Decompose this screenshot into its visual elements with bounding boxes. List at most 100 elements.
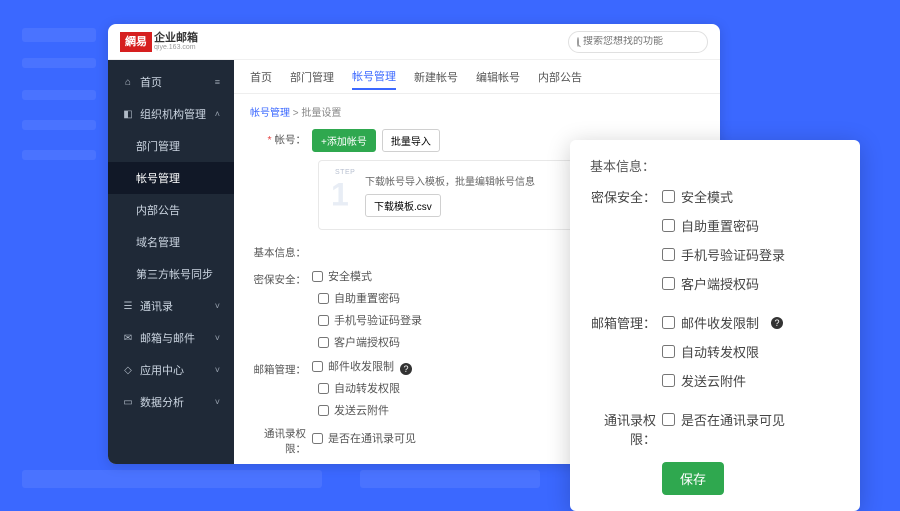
nav-label: 通讯录	[140, 298, 173, 314]
nav-label: 邮箱与邮件	[140, 330, 195, 346]
add-account-button[interactable]: +添加帐号	[312, 129, 376, 152]
checkbox-label: 安全模式	[328, 268, 372, 284]
panel-checkbox-row[interactable]: 手机号验证码登录	[662, 245, 840, 264]
sidebar-item-0[interactable]: ⌂首页≡	[108, 66, 234, 98]
checkbox-row[interactable]: 邮件收发限制	[312, 358, 394, 374]
help-icon[interactable]: ?	[400, 363, 412, 375]
nav-label: 数据分析	[140, 394, 184, 410]
panel-section-label: 邮箱管理：	[590, 313, 662, 400]
step-number: 1	[331, 177, 349, 214]
checkbox[interactable]	[318, 383, 329, 394]
checkbox[interactable]	[662, 413, 675, 426]
brand-logo: 網易	[120, 32, 152, 52]
checkbox-row[interactable]: 安全模式	[312, 268, 372, 284]
checkbox[interactable]	[662, 316, 675, 329]
panel-section-label: 通讯录权限：	[590, 410, 662, 448]
checkbox[interactable]	[662, 190, 675, 203]
checkbox[interactable]	[662, 277, 675, 290]
brand-name-cn: 企业邮箱	[154, 33, 198, 44]
nav-icon: ◇	[122, 364, 134, 376]
panel-checkbox-row[interactable]: 是否在通讯录可见	[662, 410, 840, 429]
checkbox-label: 邮件收发限制	[681, 313, 759, 332]
tab-1[interactable]: 部门管理	[290, 65, 334, 89]
checkbox-label: 客户端授权码	[334, 334, 400, 350]
sidebar-item-2[interactable]: 部门管理	[108, 130, 234, 162]
checkbox-label: 手机号验证码登录	[334, 312, 422, 328]
nav-label: 组织机构管理	[140, 106, 206, 122]
section-label: 邮箱管理：	[250, 362, 312, 377]
nav-label: 第三方帐号同步	[136, 266, 213, 282]
save-button[interactable]: 保存	[662, 462, 724, 495]
tab-4[interactable]: 编辑帐号	[476, 65, 520, 89]
search-input[interactable]	[583, 36, 715, 47]
checkbox-label: 是否在通讯录可见	[328, 430, 416, 446]
batch-import-button[interactable]: 批量导入	[382, 129, 440, 152]
step-info-box: STEP 1 下载帐号导入模板，批量编辑帐号信息 下载模板.csv	[318, 160, 578, 230]
checkbox-label: 是否在通讯录可见	[681, 410, 785, 429]
checkbox[interactable]	[318, 315, 329, 326]
checkbox[interactable]	[662, 219, 675, 232]
panel-section-label: 密保安全：	[590, 187, 662, 303]
sidebar-item-6[interactable]: 第三方帐号同步	[108, 258, 234, 290]
panel-checkbox-row[interactable]: 自助重置密码	[662, 216, 840, 235]
help-icon[interactable]: ?	[771, 317, 783, 329]
sidebar-item-10[interactable]: ▭数据分析˅	[108, 386, 234, 418]
nav-icon: ▭	[122, 396, 134, 408]
checkbox[interactable]	[318, 293, 329, 304]
settings-panel: 基本信息： 密保安全：安全模式自助重置密码手机号验证码登录客户端授权码邮箱管理：…	[570, 140, 860, 511]
search-icon	[577, 37, 579, 47]
nav-label: 内部公告	[136, 202, 180, 218]
sidebar: ⌂首页≡◧组织机构管理˄部门管理帐号管理内部公告域名管理第三方帐号同步☰通讯录˅…	[108, 60, 234, 464]
checkbox[interactable]	[312, 361, 323, 372]
section-label: 通讯录权限：	[250, 426, 312, 456]
chevron-icon: ≡	[215, 77, 220, 87]
sidebar-item-9[interactable]: ◇应用中心˅	[108, 354, 234, 386]
topbar: 網易 企业邮箱 qiye.163.com	[108, 24, 720, 60]
nav-icon: ☰	[122, 300, 134, 312]
crumb-page: 批量设置	[301, 108, 341, 119]
chevron-icon: ˅	[215, 301, 220, 311]
tab-3[interactable]: 新建帐号	[414, 65, 458, 89]
checkbox[interactable]	[662, 374, 675, 387]
checkbox-label: 发送云附件	[334, 402, 389, 418]
tab-0[interactable]: 首页	[250, 65, 272, 89]
nav-label: 部门管理	[136, 138, 180, 154]
checkbox[interactable]	[662, 345, 675, 358]
sidebar-item-5[interactable]: 域名管理	[108, 226, 234, 258]
nav-label: 应用中心	[140, 362, 184, 378]
nav-label: 首页	[140, 74, 162, 90]
panel-checkbox-row[interactable]: 客户端授权码	[662, 274, 840, 293]
sidebar-item-7[interactable]: ☰ 通讯录 ˅	[108, 290, 234, 322]
account-label: 帐号：	[250, 129, 312, 147]
sidebar-item-1[interactable]: ◧组织机构管理˄	[108, 98, 234, 130]
basic-info-label: 基本信息：	[250, 242, 312, 260]
panel-checkbox-row[interactable]: 发送云附件	[662, 371, 840, 390]
chevron-icon: ˅	[215, 333, 220, 343]
checkbox-label: 安全模式	[681, 187, 733, 206]
panel-checkbox-row[interactable]: 安全模式	[662, 187, 840, 206]
brand: 網易 企业邮箱 qiye.163.com	[120, 32, 198, 52]
panel-checkbox-row[interactable]: 自动转发权限	[662, 342, 840, 361]
crumb-root[interactable]: 帐号管理	[250, 108, 290, 119]
sidebar-item-3[interactable]: 帐号管理	[108, 162, 234, 194]
breadcrumb: 帐号管理 > 批量设置	[250, 104, 704, 119]
panel-checkbox-row[interactable]: 邮件收发限制?	[662, 313, 840, 332]
tab-bar: 首页部门管理帐号管理新建帐号编辑帐号内部公告	[234, 60, 720, 94]
sidebar-item-8[interactable]: ✉ 邮箱与邮件 ˅	[108, 322, 234, 354]
checkbox-label: 客户端授权码	[681, 274, 759, 293]
sidebar-item-4[interactable]: 内部公告	[108, 194, 234, 226]
checkbox[interactable]	[312, 271, 323, 282]
tab-5[interactable]: 内部公告	[538, 65, 582, 89]
step-label: STEP	[335, 169, 355, 176]
download-template-button[interactable]: 下载模板.csv	[365, 194, 441, 217]
checkbox-row[interactable]: 是否在通讯录可见	[312, 430, 416, 446]
checkbox[interactable]	[318, 405, 329, 416]
chevron-icon: ˄	[215, 109, 220, 119]
checkbox[interactable]	[662, 248, 675, 261]
checkbox[interactable]	[312, 433, 323, 444]
nav-icon: ✉	[122, 332, 134, 344]
tab-2[interactable]: 帐号管理	[352, 64, 396, 90]
checkbox[interactable]	[318, 337, 329, 348]
search-box[interactable]	[568, 31, 708, 53]
checkbox-label: 邮件收发限制	[328, 358, 394, 374]
